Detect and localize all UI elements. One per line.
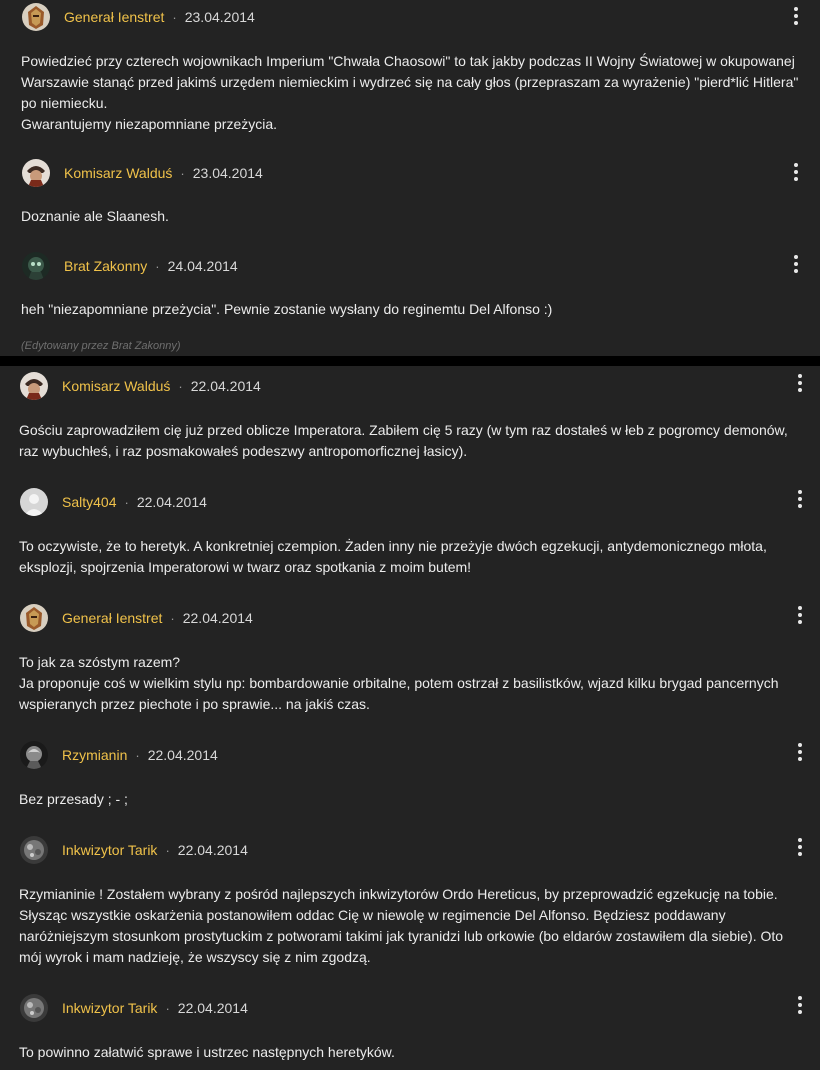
inkwizytor-tarik-avatar-icon[interactable] [20, 836, 48, 864]
comment-text: Bez przesady ; - ; [19, 791, 128, 807]
comment-author[interactable]: Komisarz Walduś [62, 378, 170, 394]
general-ienstret-avatar-icon[interactable] [22, 3, 50, 31]
separator-dot: · [155, 258, 160, 274]
comment-header: Inkwizytor Tarik · 22.04.2014 [20, 992, 248, 1024]
brat-zakonny-avatar-icon[interactable] [22, 252, 50, 280]
separator-dot: · [165, 842, 170, 858]
comment-text: Rzymianinie ! Zostałem wybrany z pośród … [19, 886, 784, 965]
default-user-avatar-icon[interactable] [20, 488, 48, 516]
separator-dot: · [124, 494, 129, 510]
more-options-icon[interactable] [786, 252, 806, 276]
komisarz-walduś-avatar-icon[interactable] [22, 159, 50, 187]
comment-text: To powinno załatwić sprawe i ustrzec nas… [19, 1044, 395, 1060]
separator-dot: · [135, 747, 140, 763]
comment-author[interactable]: Inkwizytor Tarik [62, 1000, 157, 1016]
separator-dot: · [178, 378, 183, 394]
comments-panel-top: Generał Ienstret · 23.04.2014 Powiedzieć… [0, 0, 820, 356]
more-options-icon[interactable] [790, 740, 810, 764]
comment-author[interactable]: Generał Ienstret [62, 610, 162, 626]
comment-date: 23.04.2014 [192, 165, 263, 181]
separator-dot: · [172, 9, 177, 25]
more-options-icon[interactable] [790, 603, 810, 627]
komisarz-walduś-avatar-icon[interactable] [20, 372, 48, 400]
comment-text: Gościu zaprowadziłem cię już przed oblic… [19, 422, 788, 459]
comment-text: heh "niezapomniane przeżycia". Pewnie zo… [21, 301, 553, 317]
comment-header: Brat Zakonny · 24.04.2014 [22, 250, 238, 282]
comment-header: Generał Ienstret · 23.04.2014 [22, 1, 255, 33]
separator-dot: · [170, 610, 175, 626]
general-ienstret-avatar-icon[interactable] [20, 604, 48, 632]
comment-header: Rzymianin · 22.04.2014 [20, 739, 218, 771]
more-options-icon[interactable] [786, 4, 806, 28]
comment-date: 22.04.2014 [190, 378, 261, 394]
separator-dot: · [180, 165, 185, 181]
comment-text: Doznanie ale Slaanesh. [21, 208, 169, 224]
comment-author[interactable]: Komisarz Walduś [64, 165, 172, 181]
comment-text: Powiedzieć przy czterech wojownikach Imp… [21, 53, 799, 132]
panel-divider [0, 356, 820, 366]
more-options-icon[interactable] [790, 993, 810, 1017]
comment-header: Komisarz Walduś · 22.04.2014 [20, 370, 261, 402]
inkwizytor-tarik-avatar-icon[interactable] [20, 994, 48, 1022]
comment-author[interactable]: Brat Zakonny [64, 258, 147, 274]
comments-panel-bottom: Komisarz Walduś · 22.04.2014 Gościu zapr… [0, 366, 820, 1070]
more-options-icon[interactable] [786, 160, 806, 184]
separator-dot: · [165, 1000, 170, 1016]
comment-text: To jak za szóstym razem? Ja proponuje co… [19, 654, 779, 712]
comment-date: 22.04.2014 [136, 494, 207, 510]
comment-date: 23.04.2014 [184, 9, 255, 25]
comment-author[interactable]: Salty404 [62, 494, 116, 510]
comment-author[interactable]: Inkwizytor Tarik [62, 842, 157, 858]
comment-header: Salty404 · 22.04.2014 [20, 486, 207, 518]
comment-author[interactable]: Rzymianin [62, 747, 127, 763]
more-options-icon[interactable] [790, 835, 810, 859]
comment-date: 22.04.2014 [177, 842, 248, 858]
more-options-icon[interactable] [790, 487, 810, 511]
comment-author[interactable]: Generał Ienstret [64, 9, 164, 25]
comment-header: Inkwizytor Tarik · 22.04.2014 [20, 834, 248, 866]
comment-header: Generał Ienstret · 22.04.2014 [20, 602, 253, 634]
comment-text: To oczywiste, że to heretyk. A konkretni… [19, 538, 767, 575]
comment-header: Komisarz Walduś · 23.04.2014 [22, 157, 263, 189]
rzymianin-avatar-icon[interactable] [20, 741, 48, 769]
comment-date: 22.04.2014 [177, 1000, 248, 1016]
edit-note: (Edytowany przez Brat Zakonny) [21, 340, 181, 352]
comment-date: 22.04.2014 [182, 610, 253, 626]
comment-date: 22.04.2014 [147, 747, 218, 763]
comment-date: 24.04.2014 [167, 258, 238, 274]
more-options-icon[interactable] [790, 371, 810, 395]
